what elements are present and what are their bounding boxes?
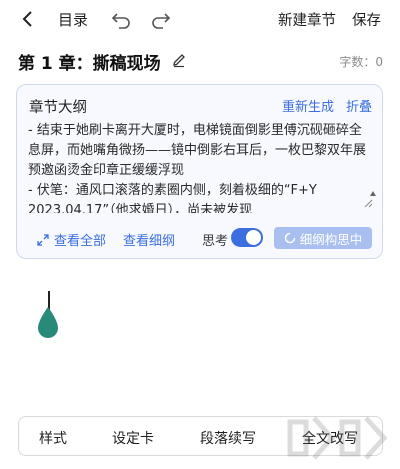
redo-icon[interactable] (150, 8, 172, 30)
watermark-logo (287, 416, 388, 460)
expand-icon (37, 233, 49, 246)
toggle-knob (246, 230, 261, 245)
back-arrow-icon[interactable] (18, 9, 38, 29)
regenerate-button[interactable]: 重新生成 (282, 96, 334, 115)
view-all-label: 查看全部 (54, 234, 107, 249)
word-count: 字数：0 (339, 55, 383, 69)
top-bar: 目录 新建章节 保存 (0, 0, 400, 38)
fold-button[interactable]: 折叠 (346, 96, 372, 115)
new-chapter-button[interactable]: 新建章节 (278, 9, 336, 30)
outline-title: 章节大纲 (29, 100, 87, 116)
style-button[interactable]: 样式 (39, 428, 67, 448)
think-label: 思考 (202, 234, 229, 249)
chapter-outline-card: 章节大纲 重新生成 折叠 - 结束于她刷卡离开大厦时，电梯镜面倒影里傅沉砚砸碎全… (16, 84, 383, 259)
paragraph-continue-button[interactable]: 段落续写 (200, 428, 256, 448)
outline-textarea[interactable]: - 结束于她刷卡离开大厦时，电梯镜面倒影里傅沉砚砸碎全息屏，而她嘴角微扬——镜中… (28, 121, 373, 213)
chapter-title: 第 1 章：撕稿现场 (18, 54, 161, 74)
save-button[interactable]: 保存 (352, 9, 381, 30)
loading-spinner-icon (284, 232, 295, 244)
view-all-button[interactable]: 查看全部 (37, 230, 106, 249)
think-toggle[interactable] (231, 228, 263, 247)
resize-handle-icon[interactable] (361, 196, 373, 208)
detail-outline-generating-label: 细纲构思中 (299, 231, 363, 247)
detail-outline-generating-button[interactable]: 细纲构思中 (274, 227, 372, 249)
undo-icon[interactable] (110, 8, 132, 30)
view-detail-outline-button[interactable]: 查看细纲 (123, 230, 175, 249)
edit-pencil-icon[interactable] (171, 52, 187, 68)
cursor-drag-handle-icon[interactable] (37, 306, 59, 340)
toc-button[interactable]: 目录 (58, 9, 88, 30)
settings-card-button[interactable]: 设定卡 (112, 428, 154, 448)
